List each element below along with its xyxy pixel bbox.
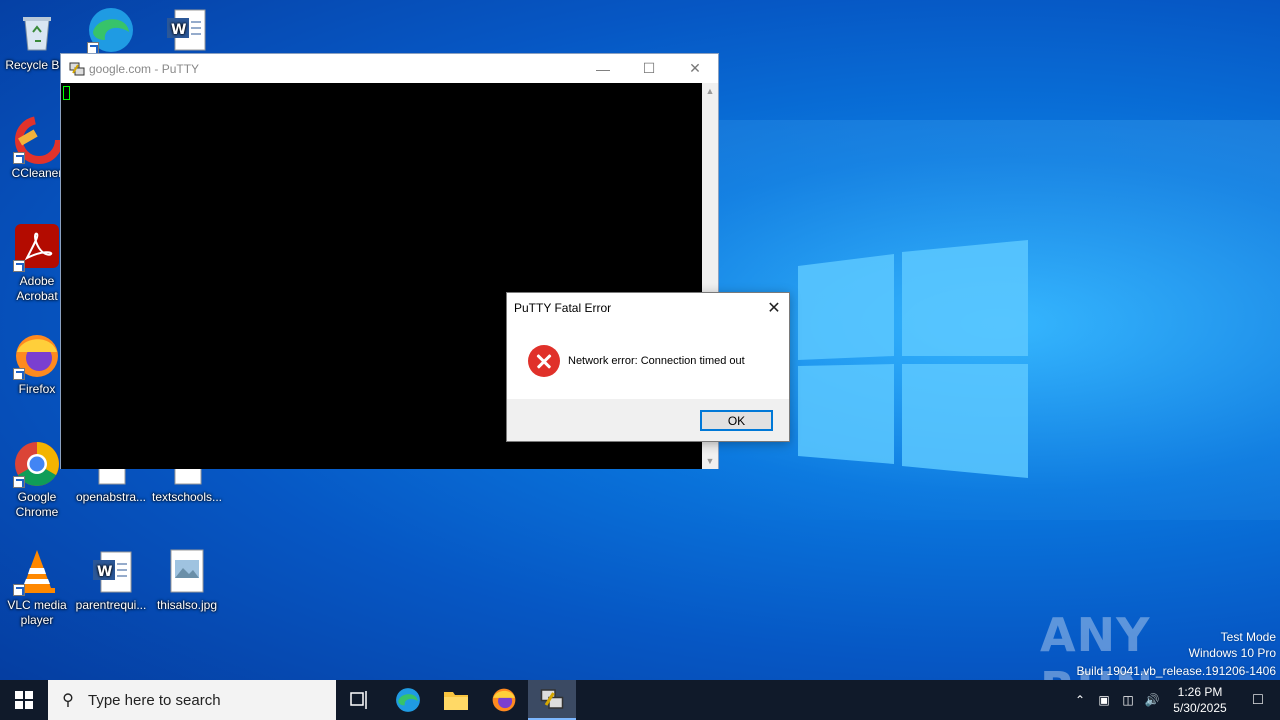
scroll-down-icon[interactable]: ▼ xyxy=(702,453,718,469)
edge-icon xyxy=(396,688,420,712)
image-file-icon xyxy=(163,548,211,596)
dialog-footer: OK xyxy=(507,399,789,441)
putty-title: google.com - PuTTY xyxy=(89,61,200,76)
windows-logo xyxy=(798,240,1028,478)
volume-icon[interactable]: 🔊 xyxy=(1140,693,1164,707)
firefox-icon xyxy=(492,688,516,712)
system-tray: ⌃ ▣ ◫ 🔊 1:26 PM 5/30/2025 □ xyxy=(1068,680,1280,720)
edge-icon xyxy=(87,6,135,54)
putty-titlebar[interactable]: google.com - PuTTY — ☐ ✕ xyxy=(61,54,718,83)
network-icon[interactable]: ◫ xyxy=(1116,693,1140,707)
task-view-icon xyxy=(350,691,367,709)
dialog-titlebar[interactable]: PuTTY Fatal Error ✕ xyxy=(507,293,789,322)
maximize-icon: ☐ xyxy=(642,60,656,76)
notifications-icon[interactable]: □ xyxy=(1236,691,1280,709)
dialog-message: Network error: Connection timed out xyxy=(568,355,745,367)
taskbar-file-explorer[interactable] xyxy=(432,680,480,720)
close-icon: ✕ xyxy=(767,299,781,317)
taskbar: ⚲ Type here to search ⌃ ▣ ◫ 🔊 1:26 PM 5/… xyxy=(0,680,1280,720)
device-icon[interactable]: ▣ xyxy=(1092,693,1116,707)
dialog-close-button[interactable]: ✕ xyxy=(759,293,789,322)
svg-text:W: W xyxy=(97,564,112,580)
chevron-up-icon[interactable]: ⌃ xyxy=(1068,693,1092,707)
putty-icon xyxy=(69,62,85,75)
desktop-icon-vlc[interactable]: VLC media player xyxy=(0,548,74,628)
desktop-icon-parentrequi[interactable]: W parentrequi... xyxy=(74,548,148,613)
task-view-button[interactable] xyxy=(336,680,384,720)
word-doc-icon: W xyxy=(161,6,209,54)
windows-start-icon xyxy=(15,691,33,709)
firefox-icon xyxy=(13,332,61,380)
search-placeholder: Type here to search xyxy=(88,691,221,709)
close-button[interactable]: ✕ xyxy=(672,54,718,83)
word-doc-icon: W xyxy=(87,548,135,596)
taskbar-firefox[interactable] xyxy=(480,680,528,720)
desktop-icon-word-doc[interactable]: W xyxy=(148,6,222,56)
clock[interactable]: 1:26 PM 5/30/2025 xyxy=(1164,684,1236,716)
dialog-body: Network error: Connection timed out xyxy=(507,322,789,400)
minimize-icon: — xyxy=(596,60,610,77)
clock-date: 5/30/2025 xyxy=(1173,701,1227,715)
putty-icon xyxy=(540,689,564,709)
chrome-icon xyxy=(13,440,61,488)
acrobat-icon xyxy=(13,224,61,272)
vlc-icon xyxy=(13,548,61,596)
svg-text:W: W xyxy=(171,22,186,38)
search-icon: ⚲ xyxy=(62,692,74,709)
taskbar-putty[interactable] xyxy=(528,680,576,720)
watermark-line3: Build 19041.vb_release.191206-1406 xyxy=(1076,664,1277,678)
maximize-button[interactable]: ☐ xyxy=(626,54,672,83)
taskbar-edge[interactable] xyxy=(384,680,432,720)
taskbar-search-box[interactable]: ⚲ Type here to search xyxy=(48,680,336,720)
desktop-icon-edge[interactable] xyxy=(74,6,148,56)
scroll-up-icon[interactable]: ▲ xyxy=(702,83,718,99)
close-icon: ✕ xyxy=(689,60,701,76)
minimize-button[interactable]: — xyxy=(580,54,626,83)
clock-time: 1:26 PM xyxy=(1177,685,1223,699)
watermark-line1: Test Mode xyxy=(1220,630,1276,644)
dialog-title: PuTTY Fatal Error xyxy=(514,300,612,315)
error-icon xyxy=(528,345,560,377)
watermark-line2: Windows 10 Pro xyxy=(1188,646,1276,660)
ccleaner-icon xyxy=(13,116,63,164)
desktop-icon-thisalso[interactable]: thisalso.jpg xyxy=(150,548,224,613)
recycle-bin-icon xyxy=(13,8,61,56)
terminal-cursor xyxy=(63,86,70,100)
start-button[interactable] xyxy=(0,680,48,720)
ok-button[interactable]: OK xyxy=(700,410,773,431)
folder-icon xyxy=(444,692,468,710)
fatal-error-dialog: PuTTY Fatal Error ✕ Network error: Conne… xyxy=(506,292,790,442)
